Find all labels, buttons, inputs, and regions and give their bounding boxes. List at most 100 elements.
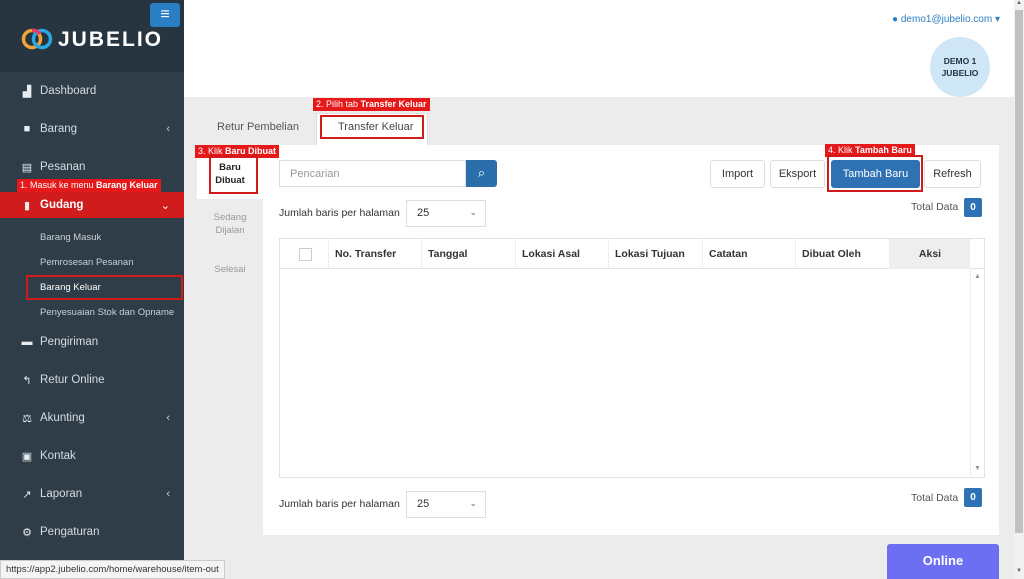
- rows-per-page-value: 25: [417, 498, 430, 510]
- scroll-down-icon[interactable]: ▼: [974, 465, 981, 472]
- avatar[interactable]: DEMO 1 JUBELIO: [930, 37, 990, 97]
- scroll-down-icon[interactable]: ▼: [1014, 568, 1024, 578]
- sidebar-item-kontak[interactable]: ▣ Kontak: [0, 444, 184, 468]
- column-header-catatan[interactable]: Catatan: [702, 239, 795, 269]
- annotation-bold: Barang Keluar: [96, 180, 158, 190]
- annotation-box-barang-keluar: [26, 275, 183, 300]
- total-data-badge: 0: [964, 198, 982, 217]
- jubelio-logo-icon[interactable]: [20, 24, 56, 54]
- annotation-step-2: 2. Pilih tab Transfer Keluar: [313, 98, 430, 111]
- rows-per-page-value: 25: [417, 207, 430, 219]
- sidebar-item-retur-online[interactable]: ↰ Retur Online: [0, 368, 184, 392]
- table-header: No. Transfer Tanggal Lokasi Asal Lokasi …: [280, 239, 984, 269]
- line-chart-icon: ↗: [22, 488, 32, 501]
- brand-name[interactable]: JUBELIO: [58, 28, 163, 52]
- user-menu[interactable]: ● demo1@jubelio.com ▾: [892, 14, 1000, 25]
- user-email: demo1@jubelio.com: [900, 14, 993, 25]
- sidebar-item-laporan[interactable]: ↗ Laporan ‹: [0, 482, 184, 506]
- annotation-box-gudang: [0, 192, 184, 218]
- status-tab-line: Sedang: [213, 212, 247, 223]
- column-header-no-transfer[interactable]: No. Transfer: [328, 239, 421, 269]
- select-all-checkbox[interactable]: [299, 248, 312, 261]
- column-header-aksi: Aksi: [889, 239, 970, 269]
- column-header-lokasi-asal[interactable]: Lokasi Asal: [515, 239, 608, 269]
- column-header-dibuat-oleh[interactable]: Dibuat Oleh: [795, 239, 889, 269]
- status-tab-sedang-dijalan[interactable]: Sedang Dijalan: [197, 211, 263, 237]
- status-tab-line: Dijalan: [215, 225, 245, 236]
- sidebar-item-akunting[interactable]: ⚖ Akunting ‹: [0, 406, 184, 430]
- chevron-left-icon: ‹: [166, 123, 170, 135]
- refresh-button[interactable]: Refresh: [924, 160, 981, 188]
- sidebar-item-label: Barang: [40, 123, 78, 135]
- avatar-line-1: DEMO 1: [943, 56, 977, 66]
- sidebar-item-label: Kontak: [40, 450, 76, 462]
- annotation-bold: Transfer Keluar: [360, 99, 427, 109]
- rows-per-page-label-bottom: Jumlah baris per halaman: [279, 498, 400, 510]
- rows-per-page-select-bottom[interactable]: 25 ⌄: [406, 491, 486, 518]
- column-header-tanggal[interactable]: Tanggal: [421, 239, 515, 269]
- annotation-box-tambah-baru: [827, 155, 923, 192]
- chevron-down-icon: ⌄: [469, 498, 477, 508]
- sidebar-item-dashboard[interactable]: ▟ Dashboard: [0, 79, 184, 103]
- status-tab-line: Selesai: [214, 264, 246, 275]
- total-data-label-bottom: Total Data: [911, 492, 959, 504]
- table-scrollbar[interactable]: ▲ ▼: [970, 269, 984, 477]
- hamburger-icon[interactable]: ≡: [150, 3, 180, 27]
- browser-status-url: https://app2.jubelio.com/home/warehouse/…: [0, 560, 225, 579]
- sidebar-item-label: Pengiriman: [40, 336, 99, 348]
- sidebar-item-pesanan[interactable]: ▤ Pesanan: [0, 155, 184, 179]
- chevron-down-icon: ⌄: [469, 207, 477, 217]
- annotation-text: 2. Pilih tab: [316, 99, 361, 109]
- export-button[interactable]: Eksport: [770, 160, 825, 188]
- tab-retur-pembelian[interactable]: Retur Pembelian: [217, 121, 299, 133]
- total-data-badge-bottom: 0: [964, 488, 982, 507]
- chat-online-button[interactable]: Online: [887, 544, 999, 579]
- total-data-label: Total Data: [911, 201, 959, 213]
- annotation-bold: Tambah Baru: [855, 145, 912, 155]
- scale-icon: ⚖: [22, 412, 32, 425]
- rows-per-page-label: Jumlah baris per halaman: [279, 207, 400, 219]
- sidebar-sub-pemrosesan-pesanan[interactable]: Pemrosesan Pesanan: [40, 257, 133, 268]
- top-bar: ● demo1@jubelio.com ▾ DEMO 1 JUBELIO: [184, 0, 1014, 97]
- reply-icon: ↰: [22, 374, 32, 387]
- truck-icon: ▬: [21, 336, 33, 348]
- search-input[interactable]: Pencarian: [279, 160, 466, 187]
- scrollbar-thumb[interactable]: [1015, 10, 1023, 533]
- transfer-table: No. Transfer Tanggal Lokasi Asal Lokasi …: [279, 238, 985, 478]
- search-button[interactable]: ⌕: [466, 160, 497, 187]
- chevron-left-icon: ‹: [166, 488, 170, 500]
- brand-area: JUBELIO ≡: [0, 0, 184, 72]
- scroll-up-icon[interactable]: ▲: [974, 273, 981, 280]
- sidebar-item-label: Akunting: [40, 412, 85, 424]
- contact-card-icon: ▣: [21, 450, 33, 463]
- sidebar-item-label: Pengaturan: [40, 526, 100, 538]
- avatar-line-2: JUBELIO: [941, 68, 979, 78]
- sidebar-item-label: Dashboard: [40, 85, 97, 97]
- annotation-step-1: 1. Masuk ke menu Barang Keluar: [17, 179, 161, 192]
- sidebar-sub-barang-masuk[interactable]: Barang Masuk: [40, 232, 101, 243]
- page-scrollbar[interactable]: ▲ ▼: [1014, 0, 1024, 579]
- annotation-text: 1. Masuk ke menu: [20, 180, 97, 190]
- annotation-box-transfer-keluar: [320, 115, 424, 139]
- cogs-icon: ⚙: [22, 526, 32, 539]
- annotation-box-baru-dibuat: [209, 155, 258, 194]
- rows-per-page-select[interactable]: 25 ⌄: [406, 200, 486, 227]
- sidebar-item-pengaturan[interactable]: ⚙ Pengaturan: [0, 520, 184, 544]
- sidebar-item-pengiriman[interactable]: ▬ Pengiriman: [0, 330, 184, 354]
- scroll-up-icon[interactable]: ▲: [1014, 0, 1024, 10]
- sidebar-sub-penyesuaian-stok[interactable]: Penyesuaian Stok dan Opname: [40, 307, 174, 318]
- chevron-left-icon: ‹: [166, 412, 170, 424]
- import-button[interactable]: Import: [710, 160, 765, 188]
- cart-icon: ▤: [21, 161, 33, 174]
- sidebar-item-label: Pesanan: [40, 161, 86, 173]
- chart-icon: ▟: [22, 85, 32, 98]
- annotation-text: 4. Klik: [828, 145, 856, 155]
- sidebar-item-barang[interactable]: ■ Barang ‹: [0, 117, 184, 141]
- search-icon: ⌕: [477, 165, 486, 180]
- user-icon: ●: [892, 14, 899, 25]
- sidebar-item-label: Retur Online: [40, 374, 105, 386]
- status-tab-selesai[interactable]: Selesai: [197, 263, 263, 276]
- caret-down-icon: ▾: [994, 14, 1000, 25]
- cubes-icon: ■: [23, 123, 31, 135]
- column-header-lokasi-tujuan[interactable]: Lokasi Tujuan: [608, 239, 702, 269]
